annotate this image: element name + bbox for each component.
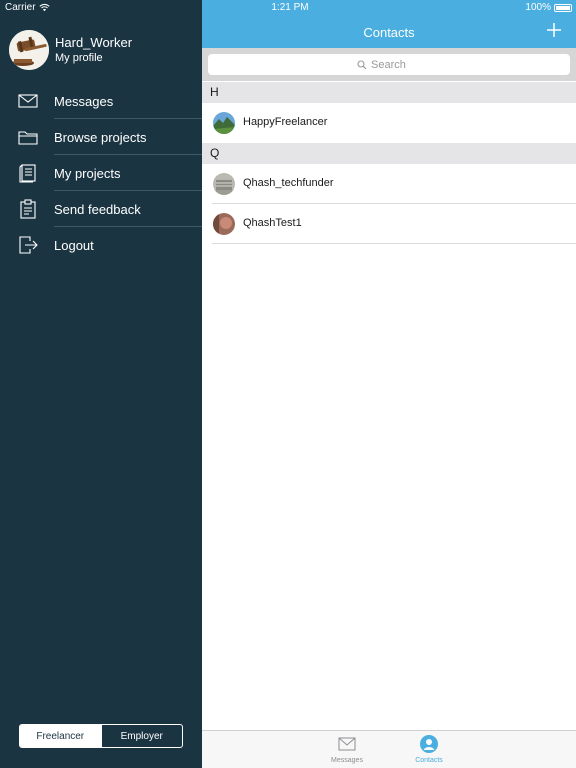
sidebar-item-label: Messages: [54, 93, 114, 109]
battery-percent: 100%: [525, 2, 551, 13]
role-segmented-control: Freelancer Employer: [19, 724, 183, 748]
sidebar-item-label: Logout: [54, 237, 94, 253]
carrier-label: Carrier: [5, 2, 36, 13]
sidebar-item-send-feedback[interactable]: Send feedback: [0, 191, 202, 227]
navigation-bar: 1:21 PM 100% Contacts: [202, 0, 576, 48]
person-icon: [420, 735, 438, 753]
tab-messages[interactable]: Messages: [317, 731, 377, 768]
folder-icon: [18, 131, 38, 145]
contact-row[interactable]: Qhash_techfunder: [202, 164, 576, 204]
sidebar-item-label: My projects: [54, 165, 121, 181]
wifi-icon: [38, 4, 50, 12]
envelope-icon: [338, 737, 356, 751]
building-avatar-icon: [213, 173, 235, 195]
avatar: [9, 30, 49, 70]
tab-bar: Messages Contacts: [202, 730, 576, 768]
sidebar-menu: Messages Browse projects My projects Sen…: [0, 83, 202, 263]
profile-link[interactable]: My profile: [55, 51, 132, 65]
contact-row[interactable]: HappyFreelancer: [202, 103, 576, 143]
sidebar-item-browse-projects[interactable]: Browse projects: [0, 119, 202, 155]
status-carrier: Carrier: [5, 2, 50, 13]
status-battery: 100%: [525, 2, 572, 13]
clipboard-icon: [20, 199, 36, 219]
battery-icon: [554, 3, 572, 12]
landscape-avatar-icon: [213, 112, 235, 134]
avatar: [213, 213, 235, 235]
contact-row[interactable]: QhashTest1: [202, 204, 576, 244]
tab-label: Contacts: [415, 757, 443, 764]
sidebar-item-logout[interactable]: Logout: [0, 227, 202, 263]
contact-name: QhashTest1: [243, 217, 302, 229]
divider: [212, 243, 576, 244]
document-icon: [19, 164, 36, 183]
sidebar-item-label: Send feedback: [54, 201, 141, 217]
avatar: [213, 173, 235, 195]
search-bar: [202, 48, 576, 81]
sidebar: Carrier Hard_Worker My profile Messages …: [0, 0, 202, 768]
person-photo-avatar-icon: [213, 213, 235, 235]
search-field[interactable]: [208, 54, 570, 75]
tab-label: Messages: [331, 757, 363, 764]
envelope-icon: [18, 94, 38, 108]
contact-name: Qhash_techfunder: [243, 177, 334, 189]
add-contact-button[interactable]: [546, 22, 562, 38]
logout-icon: [19, 236, 38, 254]
section-header-h: H: [202, 82, 576, 103]
gavel-icon: [9, 30, 49, 70]
profile-name: Hard_Worker: [55, 35, 133, 50]
contacts-screen: 1:21 PM 100% Contacts H HappyFree: [202, 0, 576, 768]
sidebar-item-label: Browse projects: [54, 129, 147, 145]
search-icon: [357, 59, 367, 69]
section-header-q: Q: [202, 143, 576, 164]
status-time: 1:21 PM: [271, 2, 309, 13]
profile-header[interactable]: Hard_Worker My profile: [9, 29, 199, 71]
sidebar-item-my-projects[interactable]: My projects: [0, 155, 202, 191]
avatar: [213, 112, 235, 134]
contact-name: HappyFreelancer: [243, 116, 328, 128]
tab-contacts[interactable]: Contacts: [399, 731, 459, 768]
sidebar-item-messages[interactable]: Messages: [0, 83, 202, 119]
employer-segment[interactable]: Employer: [100, 725, 183, 747]
search-input[interactable]: [371, 58, 421, 71]
page-title: Contacts: [363, 25, 415, 40]
freelancer-segment[interactable]: Freelancer: [20, 725, 101, 747]
